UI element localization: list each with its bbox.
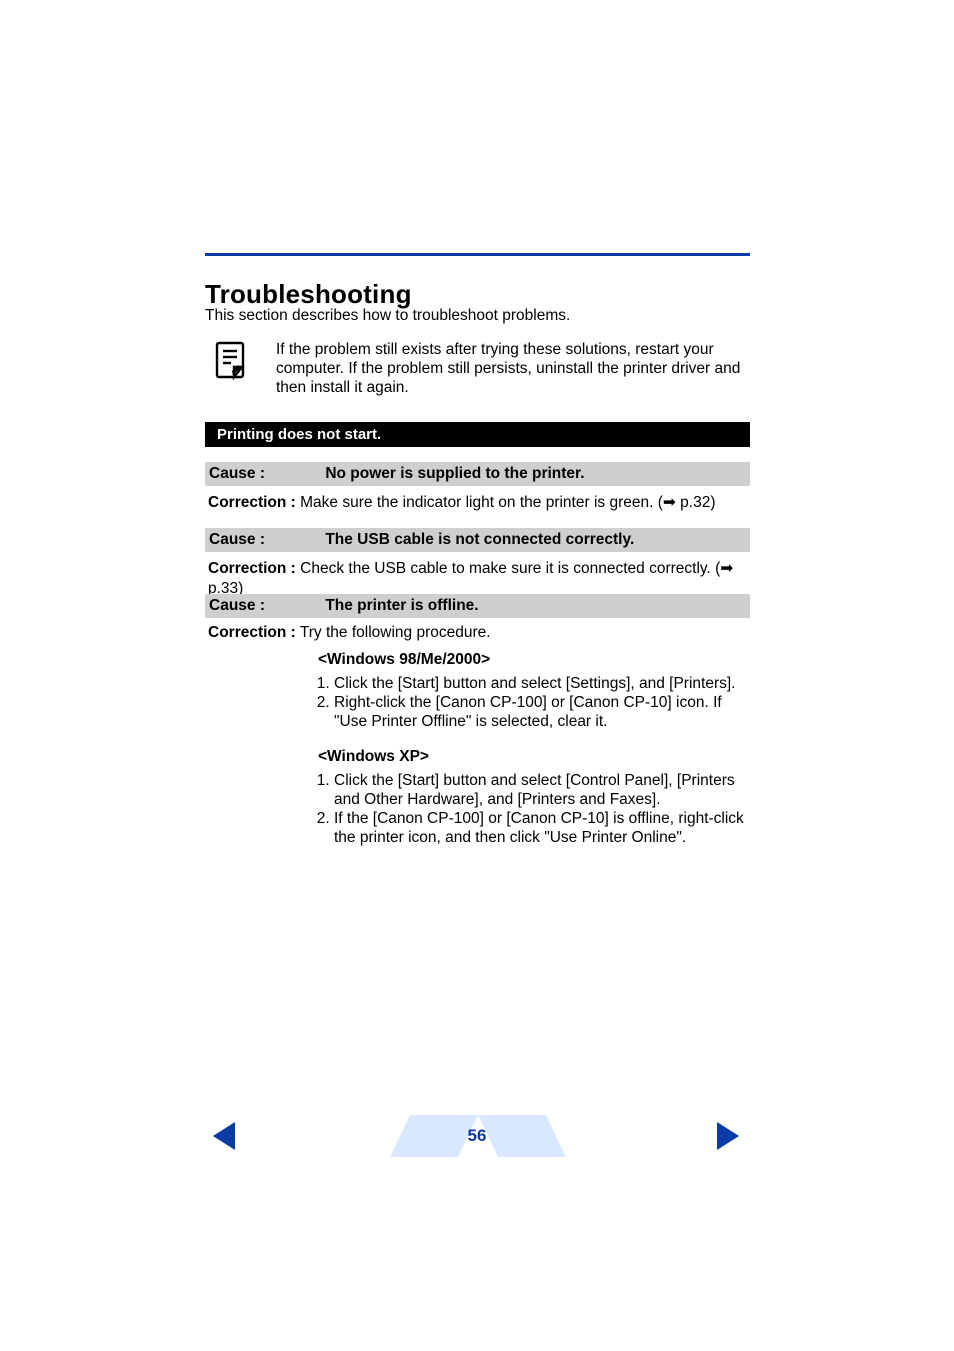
document-page: Troubleshooting This section describes h…: [0, 0, 954, 1351]
ordered-list: Click the [Start] button and select [Con…: [318, 771, 748, 847]
cause-text: The printer is offline.: [325, 597, 478, 614]
list-item: If the [Canon CP-100] or [Canon CP-10] i…: [334, 809, 748, 847]
list-item: Right-click the [Canon CP-100] or [Canon…: [334, 693, 748, 731]
cause-row: Cause : No power is supplied to the prin…: [205, 462, 750, 486]
cause-label: Cause :: [209, 462, 321, 486]
next-page-button[interactable]: [717, 1122, 739, 1155]
note-icon: [215, 341, 247, 386]
correction-text: Check the USB cable to make sure it is c…: [296, 560, 720, 577]
intro-paragraph: This section describes how to troublesho…: [205, 306, 570, 326]
correction-label: Correction :: [208, 624, 296, 641]
section-heading: Printing does not start.: [217, 426, 381, 443]
previous-page-button[interactable]: [213, 1122, 235, 1155]
procedure-steps: Click the [Start] button and select [Set…: [318, 674, 748, 731]
ordered-list: Click the [Start] button and select [Set…: [318, 674, 748, 731]
page-ref: p.32): [680, 494, 715, 511]
correction-text: Try the following procedure.: [296, 624, 491, 641]
note-text: If the problem still exists after trying…: [276, 340, 751, 397]
procedure-heading: <Windows 98/Me/2000>: [318, 650, 748, 669]
section-rule: [205, 253, 750, 256]
cause-text: The USB cable is not connected correctly…: [325, 531, 634, 548]
arrow-icon: ➡: [663, 494, 680, 511]
procedure-heading: <Windows XP>: [318, 747, 748, 766]
correction-row: Correction : Try the following procedure…: [208, 623, 753, 643]
list-item: Click the [Start] button and select [Con…: [334, 771, 748, 809]
correction-label: Correction :: [208, 560, 296, 577]
correction-text: Make sure the indicator light on the pri…: [296, 494, 663, 511]
cause-label: Cause :: [209, 528, 321, 552]
cause-row: Cause : The USB cable is not connected c…: [205, 528, 750, 552]
cause-label: Cause :: [209, 594, 321, 618]
section-heading-band: Printing does not start.: [205, 422, 750, 447]
list-item: Click the [Start] button and select [Set…: [334, 674, 748, 693]
page-number: 56: [0, 1126, 954, 1146]
arrow-icon: ➡: [720, 560, 733, 577]
correction-row: Correction : Check the USB cable to make…: [208, 559, 753, 599]
cause-text: No power is supplied to the printer.: [325, 465, 584, 482]
correction-label: Correction :: [208, 494, 296, 511]
cause-row: Cause : The printer is offline.: [205, 594, 750, 618]
procedure-steps: Click the [Start] button and select [Con…: [318, 771, 748, 847]
correction-row: Correction : Make sure the indicator lig…: [208, 493, 753, 513]
